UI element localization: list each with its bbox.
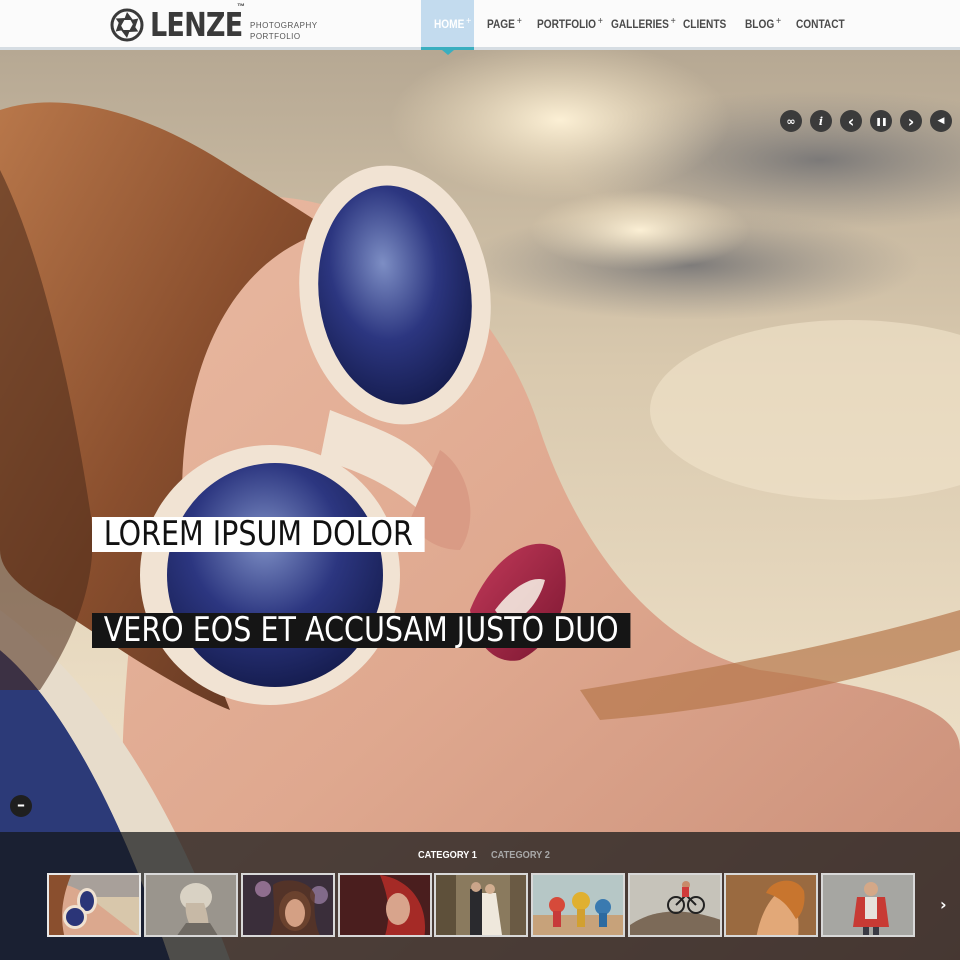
aperture-icon <box>110 8 144 42</box>
submenu-plus-icon: + <box>776 16 782 27</box>
submenu-plus-icon: + <box>597 16 603 27</box>
nav-label: PAGE <box>487 19 515 31</box>
previous-icon[interactable]: ‹ <box>840 110 862 132</box>
slide-caption-primary: LOREM IPSUM DOLOR <box>92 517 425 552</box>
nav-label: PORTFOLIO <box>537 19 597 31</box>
slide-background-photo <box>0 50 960 960</box>
site-logo[interactable]: LENZE <box>110 6 263 44</box>
nav-label: CONTACT <box>796 19 845 31</box>
nav-label: GALLERIES <box>611 19 669 31</box>
tagline-line-1: PHOTOGRAPHY <box>250 21 318 30</box>
nav-item-contact[interactable]: CONTACT <box>796 0 845 50</box>
submenu-plus-icon: + <box>516 16 522 27</box>
slider-controls: ∞ i ‹ ❚❚ › ◀ <box>780 110 952 132</box>
thumbnail[interactable] <box>144 873 238 937</box>
thumbnail-image <box>146 875 236 935</box>
thumbnail-image <box>436 875 526 935</box>
thumbnail-image <box>630 875 720 935</box>
nav-label: BLOG <box>745 19 775 31</box>
tab-category-1[interactable]: CATEGORY 1 <box>418 849 477 861</box>
tagline-line-2: PORTFOLIO <box>250 32 301 41</box>
slide-caption-secondary: VERO EOS ET ACCUSAM JUSTO DUO <box>92 613 631 648</box>
thumbnail-image <box>533 875 623 935</box>
thumbnail-image <box>726 875 816 935</box>
category-tabs: CATEGORY 1 CATEGORY 2 <box>0 849 960 863</box>
thumbnail[interactable] <box>47 873 141 937</box>
tab-category-2[interactable]: CATEGORY 2 <box>491 849 550 861</box>
nav-item-portfolio[interactable]: PORTFOLIO + <box>537 0 603 50</box>
nav-item-home[interactable]: HOME + <box>434 0 471 50</box>
collapse-thumbnails-icon[interactable]: – <box>10 795 32 817</box>
thumbnail[interactable] <box>241 873 335 937</box>
thumbnail[interactable] <box>531 873 625 937</box>
volume-icon[interactable]: ◀ <box>930 110 952 132</box>
hero-slider: ∞ i ‹ ❚❚ › ◀ LOREM IPSUM DOLOR VERO EOS … <box>0 50 960 960</box>
thumbnails-next-icon[interactable]: › <box>940 895 947 914</box>
nav-label: HOME <box>434 19 465 31</box>
thumbnail[interactable] <box>434 873 528 937</box>
thumbnail[interactable] <box>338 873 432 937</box>
nav-item-page[interactable]: PAGE + <box>487 0 522 50</box>
thumbnail[interactable] <box>724 873 818 937</box>
thumbnail[interactable] <box>821 873 915 937</box>
nav-active-pointer <box>442 50 454 55</box>
thumbnail-strip: CATEGORY 1 CATEGORY 2 › <box>0 832 960 960</box>
nav-item-blog[interactable]: BLOG + <box>745 0 781 50</box>
link-icon[interactable]: ∞ <box>780 110 802 132</box>
thumbnail-image <box>340 875 430 935</box>
site-tagline: PHOTOGRAPHY PORTFOLIO <box>250 20 318 42</box>
thumbnail-image <box>243 875 333 935</box>
trademark-symbol: ™ <box>237 2 245 11</box>
logo-wordmark: LENZE <box>150 5 243 44</box>
pause-icon[interactable]: ❚❚ <box>870 110 892 132</box>
thumbnail[interactable] <box>628 873 722 937</box>
site-header: LENZE ™ PHOTOGRAPHY PORTFOLIO HOME + PAGE… <box>0 0 960 50</box>
thumbnail-image <box>49 875 139 935</box>
submenu-plus-icon: + <box>670 16 676 27</box>
thumbnail-image <box>823 875 913 935</box>
nav-item-galleries[interactable]: GALLERIES + <box>611 0 676 50</box>
nav-item-clients[interactable]: CLIENTS <box>683 0 726 50</box>
nav-label: CLIENTS <box>683 19 727 31</box>
info-icon[interactable]: i <box>810 110 832 132</box>
submenu-plus-icon: + <box>466 16 472 27</box>
next-icon[interactable]: › <box>900 110 922 132</box>
